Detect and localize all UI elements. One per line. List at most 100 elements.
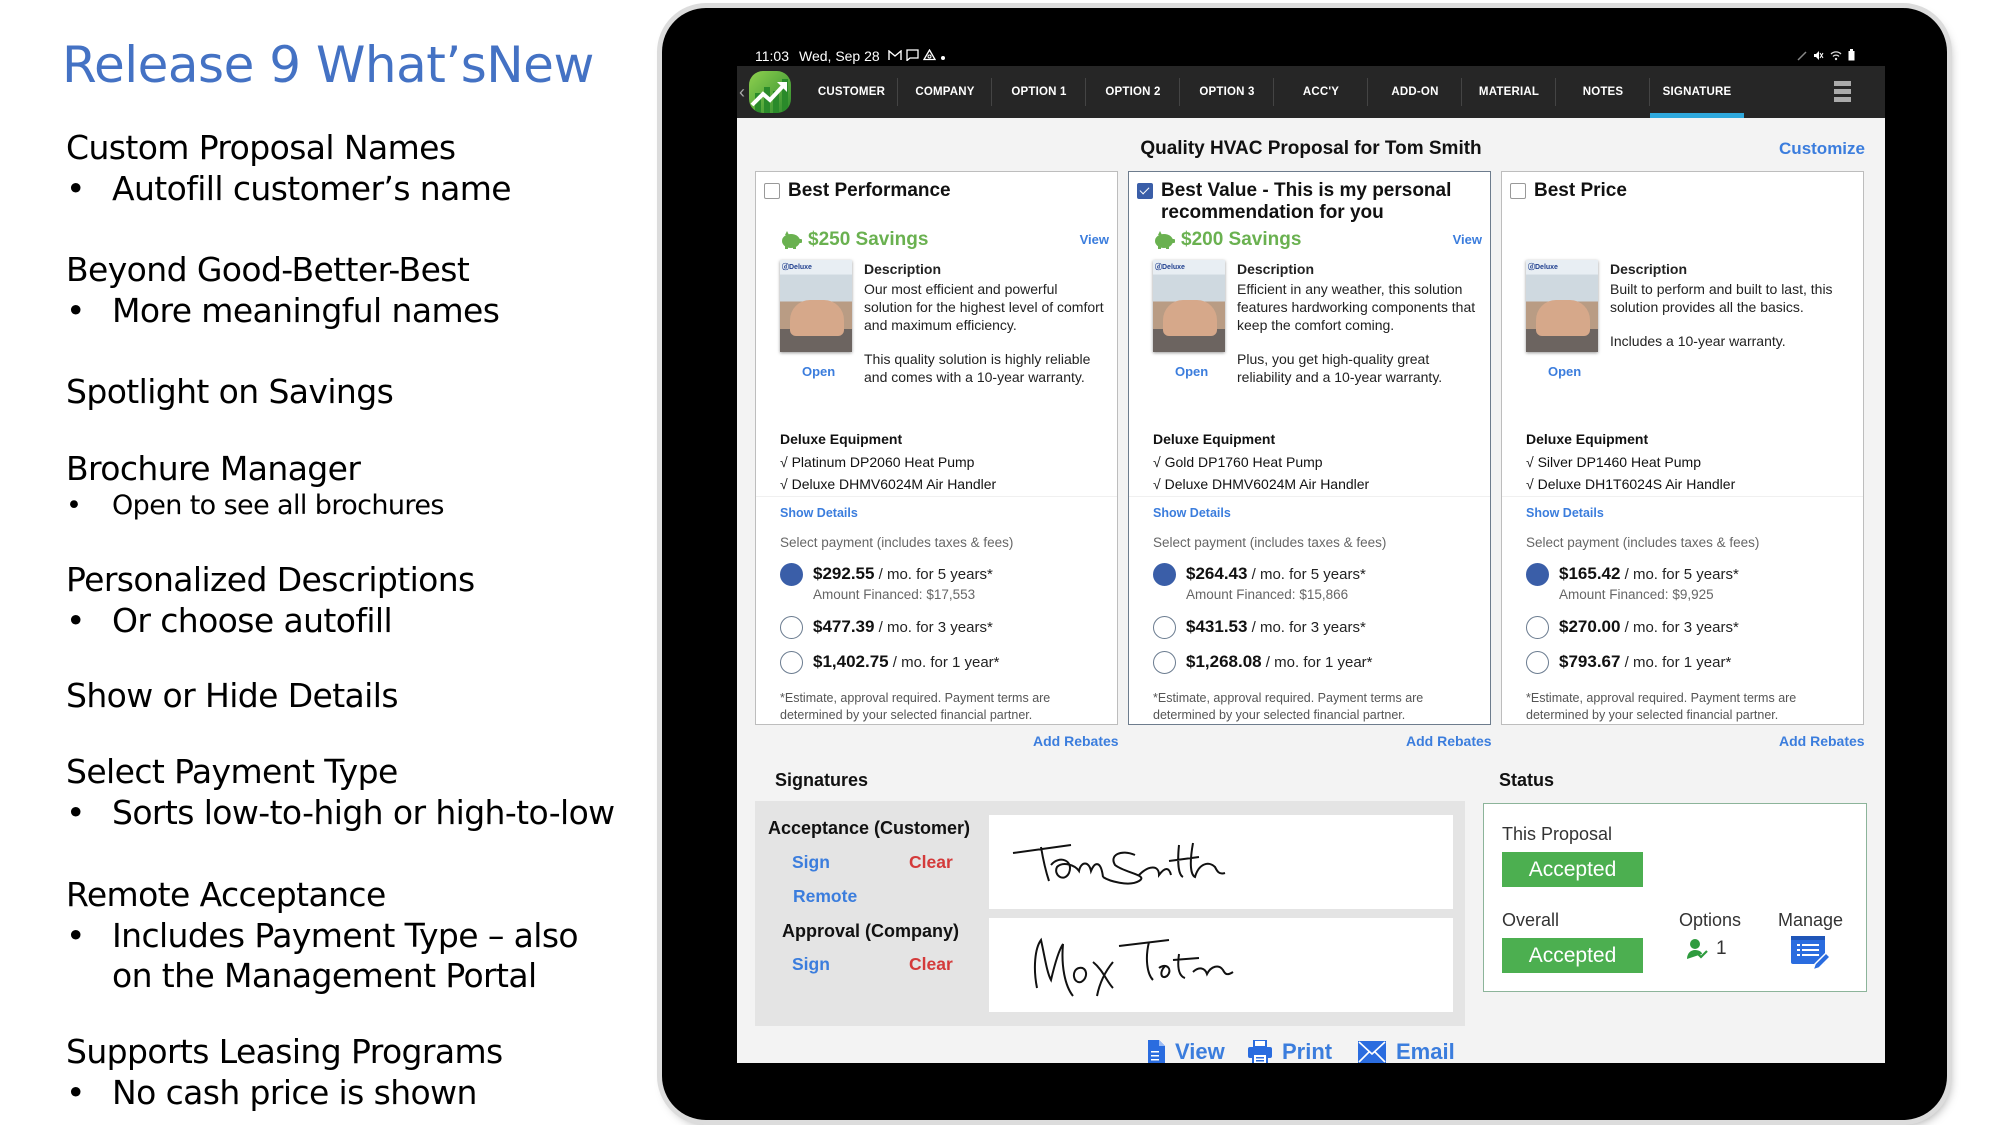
tab-option-2[interactable]: OPTION 2 bbox=[1086, 66, 1180, 118]
payment-option[interactable]: $165.42 / mo. for 5 years* Amount Financ… bbox=[1526, 563, 1739, 602]
payment-term: / mo. for 3 years* bbox=[1620, 619, 1739, 636]
tab-add-on[interactable]: ADD-ON bbox=[1368, 66, 1462, 118]
description-heading: Description bbox=[1237, 261, 1315, 277]
customize-link[interactable]: Customize bbox=[1779, 139, 1865, 159]
brochure-thumbnail[interactable]: ⓓDeluxe bbox=[1153, 260, 1225, 352]
tab-notes[interactable]: NOTES bbox=[1556, 66, 1650, 118]
options-count[interactable]: 1 bbox=[1686, 938, 1727, 960]
payment-radio[interactable] bbox=[1526, 563, 1549, 586]
payment-option[interactable]: $270.00 / mo. for 3 years* bbox=[1526, 616, 1739, 639]
top-nav: ‹ CUSTOMER COMPANY OPTION 1 OPTION 2 OPT… bbox=[737, 66, 1885, 118]
payment-radio[interactable] bbox=[1526, 616, 1549, 639]
payment-radio[interactable] bbox=[780, 563, 803, 586]
payment-radio[interactable] bbox=[780, 616, 803, 639]
pen-icon bbox=[1797, 48, 1807, 64]
hamburger-menu-icon[interactable] bbox=[1834, 81, 1851, 105]
back-chevron-icon[interactable]: ‹ bbox=[739, 82, 747, 103]
feature-savings: Spotlight on Savings bbox=[66, 372, 394, 411]
description-heading: Description bbox=[864, 261, 942, 277]
savings-amount: $250 Savings bbox=[808, 229, 929, 250]
tab-company[interactable]: COMPANY bbox=[898, 66, 992, 118]
option-checkbox[interactable] bbox=[764, 183, 780, 199]
savings-badge: $200 Savings bbox=[1153, 229, 1301, 251]
tab-signature[interactable]: SIGNATURE bbox=[1650, 66, 1744, 118]
payment-option[interactable]: $431.53 / mo. for 3 years* bbox=[1153, 616, 1366, 639]
show-details-link[interactable]: Show Details bbox=[1153, 506, 1231, 520]
dot-icon bbox=[940, 49, 946, 64]
brochure-thumbnail[interactable]: ⓓDeluxe bbox=[1526, 260, 1598, 352]
company-clear-button[interactable]: Clear bbox=[909, 954, 953, 975]
savings-amount: $200 Savings bbox=[1181, 229, 1302, 250]
app-logo[interactable] bbox=[749, 71, 791, 113]
battery-icon bbox=[1848, 48, 1855, 64]
bullet-dot: • bbox=[66, 169, 85, 208]
tab-accy[interactable]: ACC'Y bbox=[1274, 66, 1368, 118]
equipment-item: √ Silver DP1460 Heat Pump bbox=[1526, 453, 1701, 470]
email-button[interactable]: Email bbox=[1358, 1039, 1455, 1063]
remote-sign-button[interactable]: Remote bbox=[793, 886, 857, 907]
view-button[interactable]: View bbox=[1148, 1039, 1225, 1063]
view-savings-link[interactable]: View bbox=[1080, 232, 1109, 247]
payment-amount: $165.42 bbox=[1559, 564, 1621, 583]
tab-option-1[interactable]: OPTION 1 bbox=[992, 66, 1086, 118]
open-brochure-link[interactable]: Open bbox=[802, 364, 835, 379]
bullet-dot: • bbox=[66, 601, 85, 640]
payment-radio[interactable] bbox=[1153, 651, 1176, 674]
print-button[interactable]: Print bbox=[1248, 1039, 1332, 1063]
select-payment-label: Select payment (includes taxes & fees) bbox=[1526, 535, 1760, 550]
company-sign-button[interactable]: Sign bbox=[792, 954, 830, 975]
payment-option[interactable]: $1,402.75 / mo. for 1 year* bbox=[780, 651, 1000, 674]
add-rebates-link[interactable]: Add Rebates bbox=[1406, 733, 1492, 749]
payment-option[interactable]: $1,268.08 / mo. for 1 year* bbox=[1153, 651, 1373, 674]
tab-material[interactable]: MATERIAL bbox=[1462, 66, 1556, 118]
show-details-link[interactable]: Show Details bbox=[780, 506, 858, 520]
show-details-link[interactable]: Show Details bbox=[1526, 506, 1604, 520]
tab-option-3[interactable]: OPTION 3 bbox=[1180, 66, 1274, 118]
feature-heading: Select Payment Type bbox=[66, 752, 398, 791]
options-label: Options bbox=[1679, 910, 1742, 930]
equipment-heading: Deluxe Equipment bbox=[1526, 431, 1649, 447]
manage-list-edit-icon[interactable] bbox=[1791, 936, 1832, 977]
payment-radio[interactable] bbox=[1153, 616, 1176, 639]
payment-radio[interactable] bbox=[780, 651, 803, 674]
option-description: Description Efficient in any weather, th… bbox=[1237, 261, 1482, 402]
payment-radio[interactable] bbox=[1526, 651, 1549, 674]
feature-descriptions: Personalized Descriptions • Or choose aut… bbox=[66, 560, 475, 641]
feature-heading: Show or Hide Details bbox=[66, 676, 399, 715]
open-brochure-link[interactable]: Open bbox=[1175, 364, 1208, 379]
equipment-list: Deluxe Equipment √ Gold DP1760 Heat Pump… bbox=[1153, 428, 1482, 496]
savings-badge: $250 Savings bbox=[780, 229, 928, 251]
option-name: Best Performance bbox=[788, 180, 951, 201]
payment-option[interactable]: $477.39 / mo. for 3 years* bbox=[780, 616, 993, 639]
add-rebates-link[interactable]: Add Rebates bbox=[1033, 733, 1119, 749]
view-savings-link[interactable]: View bbox=[1453, 232, 1482, 247]
manage-label: Manage bbox=[1778, 910, 1844, 930]
bullet-dot: • bbox=[66, 793, 85, 832]
payment-option[interactable]: $292.55 / mo. for 5 years* Amount Financ… bbox=[780, 563, 993, 602]
option-checkbox[interactable] bbox=[1510, 183, 1526, 199]
status-heading: Status bbox=[1499, 770, 1555, 790]
overall-status-badge: Accepted bbox=[1502, 938, 1643, 973]
company-signature-pad[interactable] bbox=[989, 918, 1453, 1012]
description-heading: Description bbox=[1610, 261, 1688, 277]
tab-customer[interactable]: CUSTOMER bbox=[805, 66, 898, 118]
estimate-note: *Estimate, approval required. Payment te… bbox=[1153, 691, 1424, 722]
payment-option[interactable]: $793.67 / mo. for 1 year* bbox=[1526, 651, 1731, 674]
payment-radio[interactable] bbox=[1153, 563, 1176, 586]
brochure-thumbnail[interactable]: ⓓDeluxe bbox=[780, 260, 852, 352]
option-checkbox[interactable] bbox=[1137, 183, 1153, 199]
add-rebates-link[interactable]: Add Rebates bbox=[1779, 733, 1865, 749]
open-brochure-link[interactable]: Open bbox=[1548, 364, 1581, 379]
equipment-list: Deluxe Equipment √ Silver DP1460 Heat Pu… bbox=[1526, 428, 1855, 496]
description-paragraph: Includes a 10-year warranty. bbox=[1610, 332, 1786, 349]
option-name: Best Value - This is my personal recomme… bbox=[1161, 180, 1452, 224]
feature-beyond-gbb: Beyond Good-Better-Best • More meaningful… bbox=[66, 250, 500, 331]
customer-sign-button[interactable]: Sign bbox=[792, 852, 830, 873]
customer-signature-pad[interactable] bbox=[989, 815, 1453, 909]
payment-term: / mo. for 5 years* bbox=[874, 566, 993, 583]
payment-amount: $793.67 bbox=[1559, 652, 1621, 671]
option-name: Best Price bbox=[1534, 180, 1627, 201]
payment-option[interactable]: $264.43 / mo. for 5 years* Amount Financ… bbox=[1153, 563, 1366, 602]
customer-clear-button[interactable]: Clear bbox=[909, 852, 953, 873]
company-signature-label: Approval (Company) bbox=[782, 921, 960, 941]
